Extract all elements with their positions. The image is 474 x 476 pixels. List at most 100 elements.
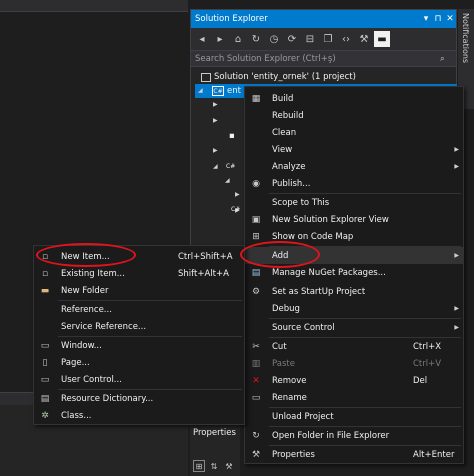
wrench-icon: ⚒ — [251, 449, 261, 460]
menu-item-view[interactable]: View ▶ — [245, 141, 463, 158]
menu-item-label: Paste — [272, 358, 295, 369]
menu-item-properties[interactable]: ⚒ Properties Alt+Enter — [245, 446, 463, 463]
menu-item-label: Class... — [61, 410, 92, 421]
menu-item-source-control[interactable]: Source Control ▶ — [245, 319, 463, 336]
window-icon: ▭ — [40, 340, 50, 351]
submenu-item-user-control[interactable]: ▭ User Control... — [34, 371, 244, 388]
menu-item-shortcut: Alt+Enter — [413, 449, 455, 460]
new-item-icon: ▫ — [41, 251, 49, 262]
search-input[interactable]: Search Solution Explorer (Ctrl+ş) — [195, 54, 440, 64]
menu-item-label: Window... — [61, 340, 102, 351]
menu-item-remove[interactable]: ✕ Remove Del — [245, 372, 463, 389]
project-label: ent — [227, 86, 241, 96]
expand-arrow-icon[interactable]: ▶ — [213, 117, 218, 124]
close-icon[interactable]: ✕ — [444, 14, 456, 24]
menu-item-publish[interactable]: ◉ Publish... — [245, 175, 463, 192]
menu-item-show-on-code-map[interactable]: ⊞ Show on Code Map — [245, 228, 463, 245]
submenu-arrow-icon: ▶ — [454, 305, 459, 312]
submenu-item-service-reference[interactable]: Service Reference... — [34, 318, 244, 335]
submenu-item-existing-item[interactable]: ▫ Existing Item... Shift+Alt+A — [34, 265, 244, 282]
menu-item-open-folder-in-file-explorer[interactable]: ↻ Open Folder in File Explorer — [245, 427, 463, 444]
project-icon: C# — [212, 86, 224, 96]
wrench-icon[interactable]: ⚒ — [223, 460, 235, 472]
expand-arrow-icon[interactable]: ◢ — [225, 177, 230, 184]
menu-item-label: New Folder — [61, 285, 109, 296]
context-menu: ▦ Build Rebuild Clean View ▶ Analyze ▶ ◉… — [244, 86, 464, 464]
search-icon[interactable]: ⌕ — [440, 54, 456, 64]
properties-panel: Properties ⊞ ⇅ ⚒ — [190, 423, 240, 476]
submenu-arrow-icon: ▶ — [454, 146, 459, 153]
menu-item-label: Cut — [272, 341, 287, 352]
menu-item-analyze[interactable]: Analyze ▶ — [245, 158, 463, 175]
sync-icon[interactable]: ↻ — [248, 31, 264, 47]
menu-item-shortcut: Ctrl+X — [413, 341, 442, 352]
refresh-icon[interactable]: ⟳ — [284, 31, 300, 47]
submenu-arrow-icon: ▶ — [454, 163, 459, 170]
menu-item-clean[interactable]: Clean — [245, 124, 463, 141]
submenu-item-resource-dictionary[interactable]: ▤ Resource Dictionary... — [34, 390, 244, 407]
menu-item-label: Build — [272, 93, 294, 104]
menu-item-shortcut: Ctrl+V — [413, 358, 442, 369]
folder-icon: ▬ — [40, 285, 50, 296]
nuget-icon: ▤ — [251, 267, 261, 278]
menu-item-shortcut: Ctrl+Shift+A — [178, 251, 233, 262]
expand-arrow-icon[interactable]: ◢ — [213, 163, 218, 170]
submenu-item-new-folder[interactable]: ▬ New Folder — [34, 282, 244, 299]
menu-item-label: Rebuild — [272, 110, 304, 121]
menu-item-shortcut: Del — [413, 375, 428, 386]
expand-arrow-icon[interactable]: ▶ — [235, 191, 240, 198]
dropdown-icon[interactable]: ▾ — [420, 14, 432, 24]
menu-item-set-as-startup-project[interactable]: ⚙ Set as StartUp Project — [245, 283, 463, 300]
remove-icon: ✕ — [252, 375, 260, 386]
submenu-item-page[interactable]: ▯ Page... — [34, 354, 244, 371]
menu-item-label: Service Reference... — [61, 321, 147, 332]
gear-icon: ⚙ — [251, 286, 261, 297]
menu-item-unload-project[interactable]: Unload Project — [245, 408, 463, 425]
menu-item-label: User Control... — [61, 374, 122, 385]
user-control-icon: ▭ — [40, 374, 50, 385]
submenu-item-new-item[interactable]: ▫ New Item... Ctrl+Shift+A — [34, 248, 244, 265]
menu-item-manage-nuget-packages[interactable]: ▤ Manage NuGet Packages... — [245, 264, 463, 281]
expand-arrow-icon[interactable]: ◢ — [198, 87, 203, 94]
menu-item-label: Clean — [272, 127, 297, 138]
preview-selected-items-icon[interactable]: ▬ — [374, 31, 390, 47]
home-icon[interactable]: ⌂ — [230, 31, 246, 47]
code-icon[interactable]: ‹› — [338, 31, 354, 47]
menu-item-shortcut: Shift+Alt+A — [178, 268, 229, 279]
menu-item-new-solution-explorer-view[interactable]: ▣ New Solution Explorer View — [245, 211, 463, 228]
submenu-item-reference[interactable]: Reference... — [34, 301, 244, 318]
solution-node[interactable]: Solution 'entity_ornek' (1 project) — [201, 70, 451, 84]
menu-item-label: Rename — [272, 392, 307, 403]
page-icon: ▯ — [42, 357, 48, 368]
copy-icon[interactable]: ❐ — [320, 31, 336, 47]
menu-item-build[interactable]: ▦ Build — [245, 90, 463, 107]
history-icon[interactable]: ◷ — [266, 31, 282, 47]
solution-explorer-search[interactable]: Search Solution Explorer (Ctrl+ş) ⌕ — [191, 50, 456, 67]
expand-arrow-icon[interactable]: ▶ — [213, 101, 218, 108]
collapse-all-icon[interactable]: ⊟ — [302, 31, 318, 47]
menu-item-add[interactable]: Add ▶ — [245, 247, 463, 264]
menu-item-cut[interactable]: ✂ Cut Ctrl+X — [245, 338, 463, 355]
expand-arrow-icon[interactable]: ▶ — [213, 147, 218, 154]
menu-item-scope-to-this[interactable]: Scope to This — [245, 194, 463, 211]
menu-item-rebuild[interactable]: Rebuild — [245, 107, 463, 124]
back-icon[interactable]: ◂ — [194, 31, 210, 47]
notifications-label: Notifications — [461, 13, 470, 64]
categorized-icon[interactable]: ⊞ — [193, 460, 205, 472]
pin-icon[interactable]: ⊓ — [432, 14, 444, 24]
menu-item-debug[interactable]: Debug ▶ — [245, 300, 463, 317]
forward-icon[interactable]: ▸ — [212, 31, 228, 47]
solution-explorer-title-bar: Solution Explorer ▾ ⊓ ✕ — [191, 10, 456, 28]
menu-item-paste[interactable]: ▥ Paste Ctrl+V — [245, 355, 463, 372]
editor-tab-strip — [0, 0, 188, 12]
submenu-arrow-icon: ▶ — [454, 324, 459, 331]
alphabetical-icon[interactable]: ⇅ — [208, 460, 220, 472]
properties-title: Properties — [193, 428, 236, 438]
open-folder-icon: ↻ — [252, 430, 260, 441]
submenu-item-window[interactable]: ▭ Window... — [34, 337, 244, 354]
solution-icon — [201, 72, 211, 82]
wrench-icon[interactable]: ⚒ — [356, 31, 372, 47]
submenu-item-class[interactable]: ✲ Class... — [34, 407, 244, 424]
menu-item-label: Source Control — [272, 322, 335, 333]
menu-item-rename[interactable]: ▭ Rename — [245, 389, 463, 406]
